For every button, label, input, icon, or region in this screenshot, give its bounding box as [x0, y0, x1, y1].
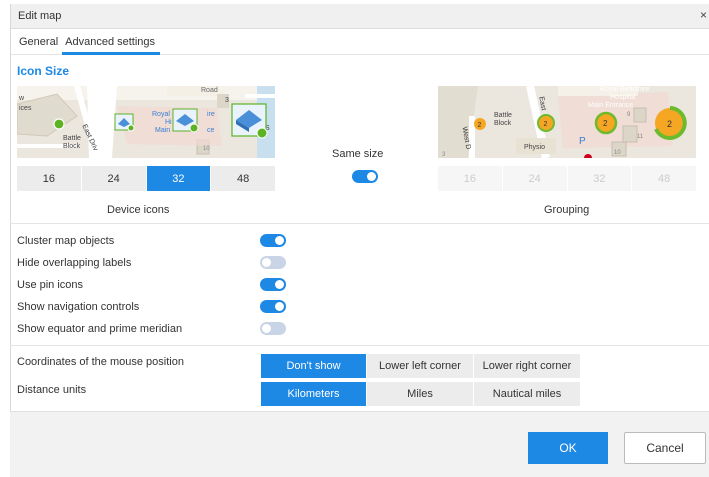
- svg-text:ices: ices: [19, 105, 32, 112]
- distance-units-selector: Kilometers Miles Nautical miles: [261, 382, 580, 406]
- svg-text:Hi: Hi: [165, 119, 172, 126]
- cluster-large: 2: [594, 111, 618, 135]
- device-icons-caption: Device icons: [107, 204, 170, 216]
- svg-text:10: 10: [203, 146, 210, 152]
- hide-overlapping-labels-toggle[interactable]: [260, 256, 286, 269]
- grouping-caption: Grouping: [544, 204, 590, 216]
- divider: [10, 223, 709, 224]
- svg-text:Main: Main: [155, 127, 170, 134]
- show-navigation-controls-toggle[interactable]: [260, 300, 286, 313]
- hide-overlapping-labels-label: Hide overlapping labels: [17, 257, 132, 269]
- mouse-coordinates-selector: Don't show Lower left corner Lower right…: [261, 354, 580, 378]
- use-pin-icons-label: Use pin icons: [17, 279, 84, 291]
- svg-text:Block: Block: [63, 143, 81, 150]
- svg-text:P: P: [579, 136, 586, 147]
- edit-map-dialog: Edit map × General Advanced settings: [10, 4, 709, 477]
- svg-text:2: 2: [478, 122, 482, 129]
- svg-text:10: 10: [614, 150, 621, 156]
- tab-bar: General Advanced settings: [11, 29, 709, 55]
- units-kilometers-option[interactable]: Kilometers: [261, 382, 367, 406]
- show-equator-toggle[interactable]: [260, 322, 286, 335]
- dialog-title: Edit map: [18, 10, 62, 22]
- device-size-48-button[interactable]: 48: [211, 166, 275, 191]
- cancel-button[interactable]: Cancel: [624, 432, 706, 464]
- show-navigation-controls-label: Show navigation controls: [17, 301, 140, 313]
- cluster-map-objects-label: Cluster map objects: [17, 235, 115, 247]
- ok-button[interactable]: OK: [528, 432, 608, 464]
- units-nautical-miles-option[interactable]: Nautical miles: [474, 382, 580, 406]
- svg-text:ce: ce: [207, 127, 215, 134]
- device-size-16-button[interactable]: 16: [17, 166, 82, 191]
- grouping-size-24-button: 24: [503, 166, 568, 191]
- units-miles-option[interactable]: Miles: [367, 382, 474, 406]
- cluster-small: 2: [474, 118, 486, 130]
- tab-advanced-settings[interactable]: Advanced settings: [62, 36, 160, 55]
- grouping-map-illustration: Royal Berkshire Hospital Main Entrance B…: [438, 86, 696, 158]
- svg-text:2: 2: [667, 119, 672, 129]
- device-size-32-button[interactable]: 32: [146, 166, 212, 191]
- coords-dont-show-option[interactable]: Don't show: [261, 354, 367, 378]
- grouping-size-selector: 16 24 32 48: [438, 166, 696, 191]
- dialog-footer: OK Cancel: [10, 411, 709, 477]
- coords-lower-right-option[interactable]: Lower right corner: [474, 354, 580, 378]
- device-icons-preview-map: w ices Road 3 Royal ire Hi Main ce Battl…: [17, 86, 275, 158]
- show-equator-label: Show equator and prime meridian: [17, 323, 183, 335]
- device-map-illustration: w ices Road 3 Royal ire Hi Main ce Battl…: [17, 86, 275, 158]
- cluster-map-objects-toggle[interactable]: [260, 234, 286, 247]
- svg-text:Battle: Battle: [494, 112, 512, 119]
- svg-text:3: 3: [225, 97, 229, 104]
- svg-text:2: 2: [544, 121, 548, 128]
- svg-text:Block: Block: [494, 120, 512, 127]
- grouping-size-16-button: 16: [438, 166, 503, 191]
- tab-general[interactable]: General: [16, 36, 62, 54]
- svg-text:11: 11: [637, 134, 644, 140]
- cluster-xlarge: 2: [654, 106, 687, 140]
- svg-text:Physio: Physio: [524, 144, 545, 151]
- use-pin-icons-toggle[interactable]: [260, 278, 286, 291]
- mouse-coordinates-label: Coordinates of the mouse position: [17, 356, 184, 368]
- svg-text:Road: Road: [201, 87, 218, 94]
- cluster-medium: 2: [537, 114, 555, 132]
- title-bar: Edit map ×: [11, 4, 709, 29]
- grouping-preview-map: Royal Berkshire Hospital Main Entrance B…: [438, 86, 696, 158]
- device-icon-size-selector: 16 24 32 48: [17, 166, 275, 191]
- svg-text:2: 2: [603, 119, 608, 128]
- distance-units-label: Distance units: [17, 384, 87, 396]
- device-size-24-button[interactable]: 24: [82, 166, 147, 191]
- same-size-label: Same size: [332, 148, 384, 160]
- same-size-toggle[interactable]: [352, 170, 378, 183]
- divider: [10, 345, 709, 346]
- svg-text:ire: ire: [207, 111, 215, 118]
- svg-text:Royal: Royal: [152, 111, 170, 118]
- coords-lower-left-option[interactable]: Lower left corner: [367, 354, 474, 378]
- svg-text:w: w: [18, 95, 25, 102]
- grouping-size-48-button: 48: [658, 172, 671, 185]
- close-icon[interactable]: ×: [700, 8, 707, 22]
- grouping-size-32-button: 32: [568, 166, 633, 191]
- icon-size-title: Icon Size: [17, 64, 70, 78]
- svg-text:Battle: Battle: [63, 135, 81, 142]
